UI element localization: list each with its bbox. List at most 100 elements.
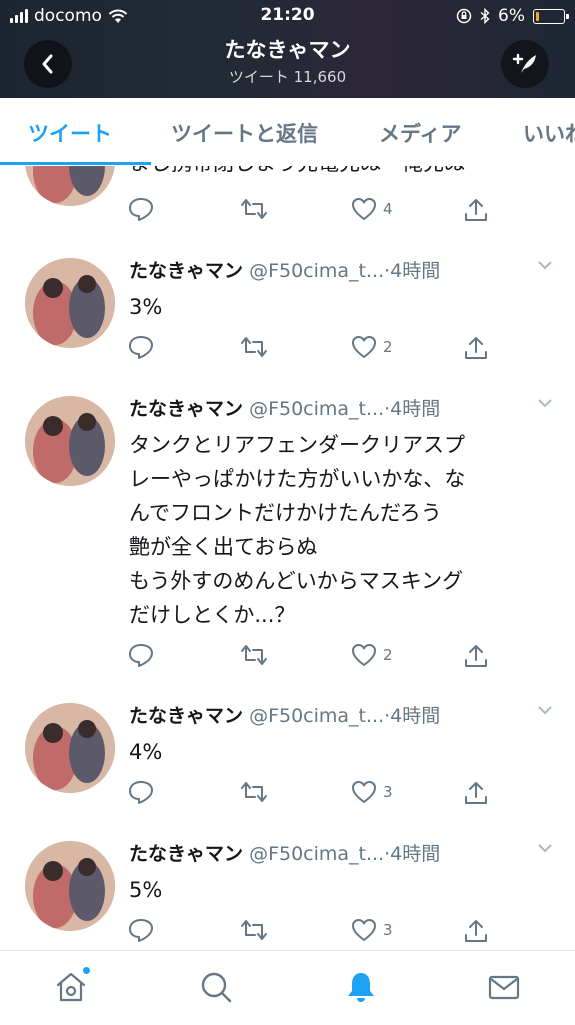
user-handle[interactable]: @F50cima_t... — [249, 398, 384, 420]
user-handle[interactable]: @F50cima_t... — [249, 705, 384, 727]
active-tab-indicator — [0, 162, 151, 165]
header-title-group: たなきゃマン ツイート 11,660 — [0, 34, 575, 87]
reply-button[interactable] — [128, 335, 154, 359]
retweet-button[interactable] — [240, 197, 268, 221]
user-handle[interactable]: @F50cima_t... — [249, 843, 384, 865]
display-name[interactable]: たなきゃマン — [129, 398, 243, 420]
reply-icon — [129, 198, 153, 221]
reply-button[interactable] — [128, 918, 154, 942]
tweet[interactable]: たなきゃマン @F50cima_t...·4時間 5% 3 — [0, 821, 575, 950]
tweet[interactable]: まし携帯閉しまう充電充ぬ一俺充ぬ 4 — [0, 166, 575, 239]
like-button[interactable]: 2 — [351, 643, 393, 667]
like-button[interactable]: 3 — [351, 918, 393, 942]
profile-tabs: ツイート ツイートと返信 メディア いいね — [0, 98, 575, 167]
heart-icon — [352, 644, 376, 666]
heart-icon — [352, 336, 376, 358]
chevron-down-icon[interactable] — [537, 260, 553, 270]
tweet-actions: 3 — [0, 780, 575, 810]
tweet[interactable]: たなきゃマン @F50cima_t...·4時間 4% 3 — [0, 683, 575, 822]
compose-button[interactable] — [501, 40, 549, 88]
share-button[interactable] — [463, 643, 489, 669]
retweet-button[interactable] — [240, 918, 268, 942]
retweet-button[interactable] — [240, 780, 268, 804]
share-button[interactable] — [463, 780, 489, 806]
tweet-header: たなきゃマン @F50cima_t...·4時間 — [129, 839, 569, 866]
tweet-feed[interactable]: まし携帯閉しまう充電充ぬ一俺充ぬ 4 たなきゃマン @F50cima_t...·… — [0, 166, 575, 950]
heart-icon — [352, 781, 376, 803]
avatar[interactable] — [25, 396, 115, 486]
reply-button[interactable] — [128, 643, 154, 667]
share-icon — [465, 645, 487, 667]
tweet-text-line: だけしとくか...？ — [129, 603, 296, 627]
chevron-down-icon[interactable] — [537, 398, 553, 408]
nav-messages[interactable] — [484, 967, 524, 1007]
display-name[interactable]: たなきゃマン — [129, 843, 243, 865]
retweet-icon — [241, 920, 267, 940]
tab-media[interactable]: メディア — [379, 118, 462, 148]
like-count: 4 — [383, 200, 393, 218]
tab-tweets[interactable]: ツイート — [28, 118, 112, 148]
like-count: 3 — [383, 783, 393, 801]
display-name[interactable]: たなきゃマン — [129, 705, 243, 727]
like-button[interactable]: 3 — [351, 780, 393, 804]
tweet-header: たなきゃマン @F50cima_t...·4時間 — [129, 256, 569, 283]
reply-button[interactable] — [128, 197, 154, 221]
orientation-lock-icon — [456, 8, 472, 24]
tab-likes[interactable]: いいね — [523, 118, 575, 148]
tweet-text-line: タンクとリアフェンダークリアスプ — [129, 433, 465, 457]
tweet-count: ツイート 11,660 — [228, 68, 347, 86]
tweet-actions: 4 — [0, 197, 575, 227]
share-button[interactable] — [463, 197, 489, 223]
heart-icon — [352, 919, 376, 941]
like-button[interactable]: 2 — [351, 335, 393, 359]
tweet-text: 5% — [129, 878, 163, 902]
tweet-header: たなきゃマン @F50cima_t...·4時間 — [129, 394, 569, 421]
tweet-actions: 2 — [0, 335, 575, 365]
share-button[interactable] — [463, 335, 489, 361]
bell-icon — [348, 973, 374, 1002]
tweet-actions: 2 — [0, 643, 575, 673]
battery-icon — [533, 8, 569, 24]
profile-header: docomo 21:20 6% たなきゃマン ツイート 11,660 — [0, 0, 575, 98]
tweet-text-line: 艶が全く出ておらぬ — [129, 535, 318, 559]
home-badge — [83, 967, 90, 974]
reply-icon — [129, 919, 153, 942]
retweet-button[interactable] — [240, 643, 268, 667]
chevron-down-icon[interactable] — [537, 705, 553, 715]
tweet-text: 3% — [129, 295, 163, 319]
chevron-down-icon[interactable] — [537, 843, 553, 853]
tweet-time: ·4時間 — [384, 260, 441, 282]
tweet-time: ·4時間 — [384, 843, 441, 865]
share-button[interactable] — [463, 918, 489, 944]
envelope-icon — [488, 975, 520, 1000]
bluetooth-icon — [480, 8, 490, 24]
like-count: 2 — [383, 646, 393, 664]
display-name[interactable]: たなきゃマン — [129, 260, 243, 282]
battery-percent: 6% — [498, 6, 525, 26]
reply-icon — [129, 644, 153, 667]
nav-notifications[interactable] — [341, 967, 381, 1007]
retweet-icon — [241, 782, 267, 802]
tweet-text-line: んでフロントだけかけたんだろう — [129, 501, 442, 525]
tweet-actions: 3 — [0, 918, 575, 948]
like-button[interactable]: 4 — [351, 197, 393, 221]
reply-icon — [129, 336, 153, 359]
like-count: 2 — [383, 338, 393, 356]
share-icon — [465, 199, 487, 221]
bottom-tab-bar — [0, 950, 575, 1025]
nav-search[interactable] — [196, 967, 236, 1007]
tweet-text-line: レーやっぱかけた方がいいかな、な — [129, 467, 466, 491]
tweet-text: 4% — [129, 740, 163, 764]
reply-button[interactable] — [128, 780, 154, 804]
retweet-icon — [241, 337, 267, 357]
tweet-text: タンクとリアフェンダークリアスプ レーやっぱかけた方がいいかな、な んでフロント… — [129, 428, 559, 632]
search-icon — [201, 972, 232, 1003]
tab-tweets-and-replies[interactable]: ツイートと返信 — [171, 118, 318, 148]
retweet-button[interactable] — [240, 335, 268, 359]
user-handle[interactable]: @F50cima_t... — [249, 260, 384, 282]
nav-home[interactable] — [51, 967, 91, 1007]
tweet[interactable]: たなきゃマン @F50cima_t...·4時間 3% 2 — [0, 238, 575, 377]
tweet[interactable]: たなきゃマン @F50cima_t...·4時間 タンクとリアフェンダークリアス… — [0, 376, 575, 684]
compose-tweet-icon — [512, 53, 536, 73]
tweet-text: まし携帯閉しまう充電充ぬ一俺充ぬ — [129, 166, 559, 180]
